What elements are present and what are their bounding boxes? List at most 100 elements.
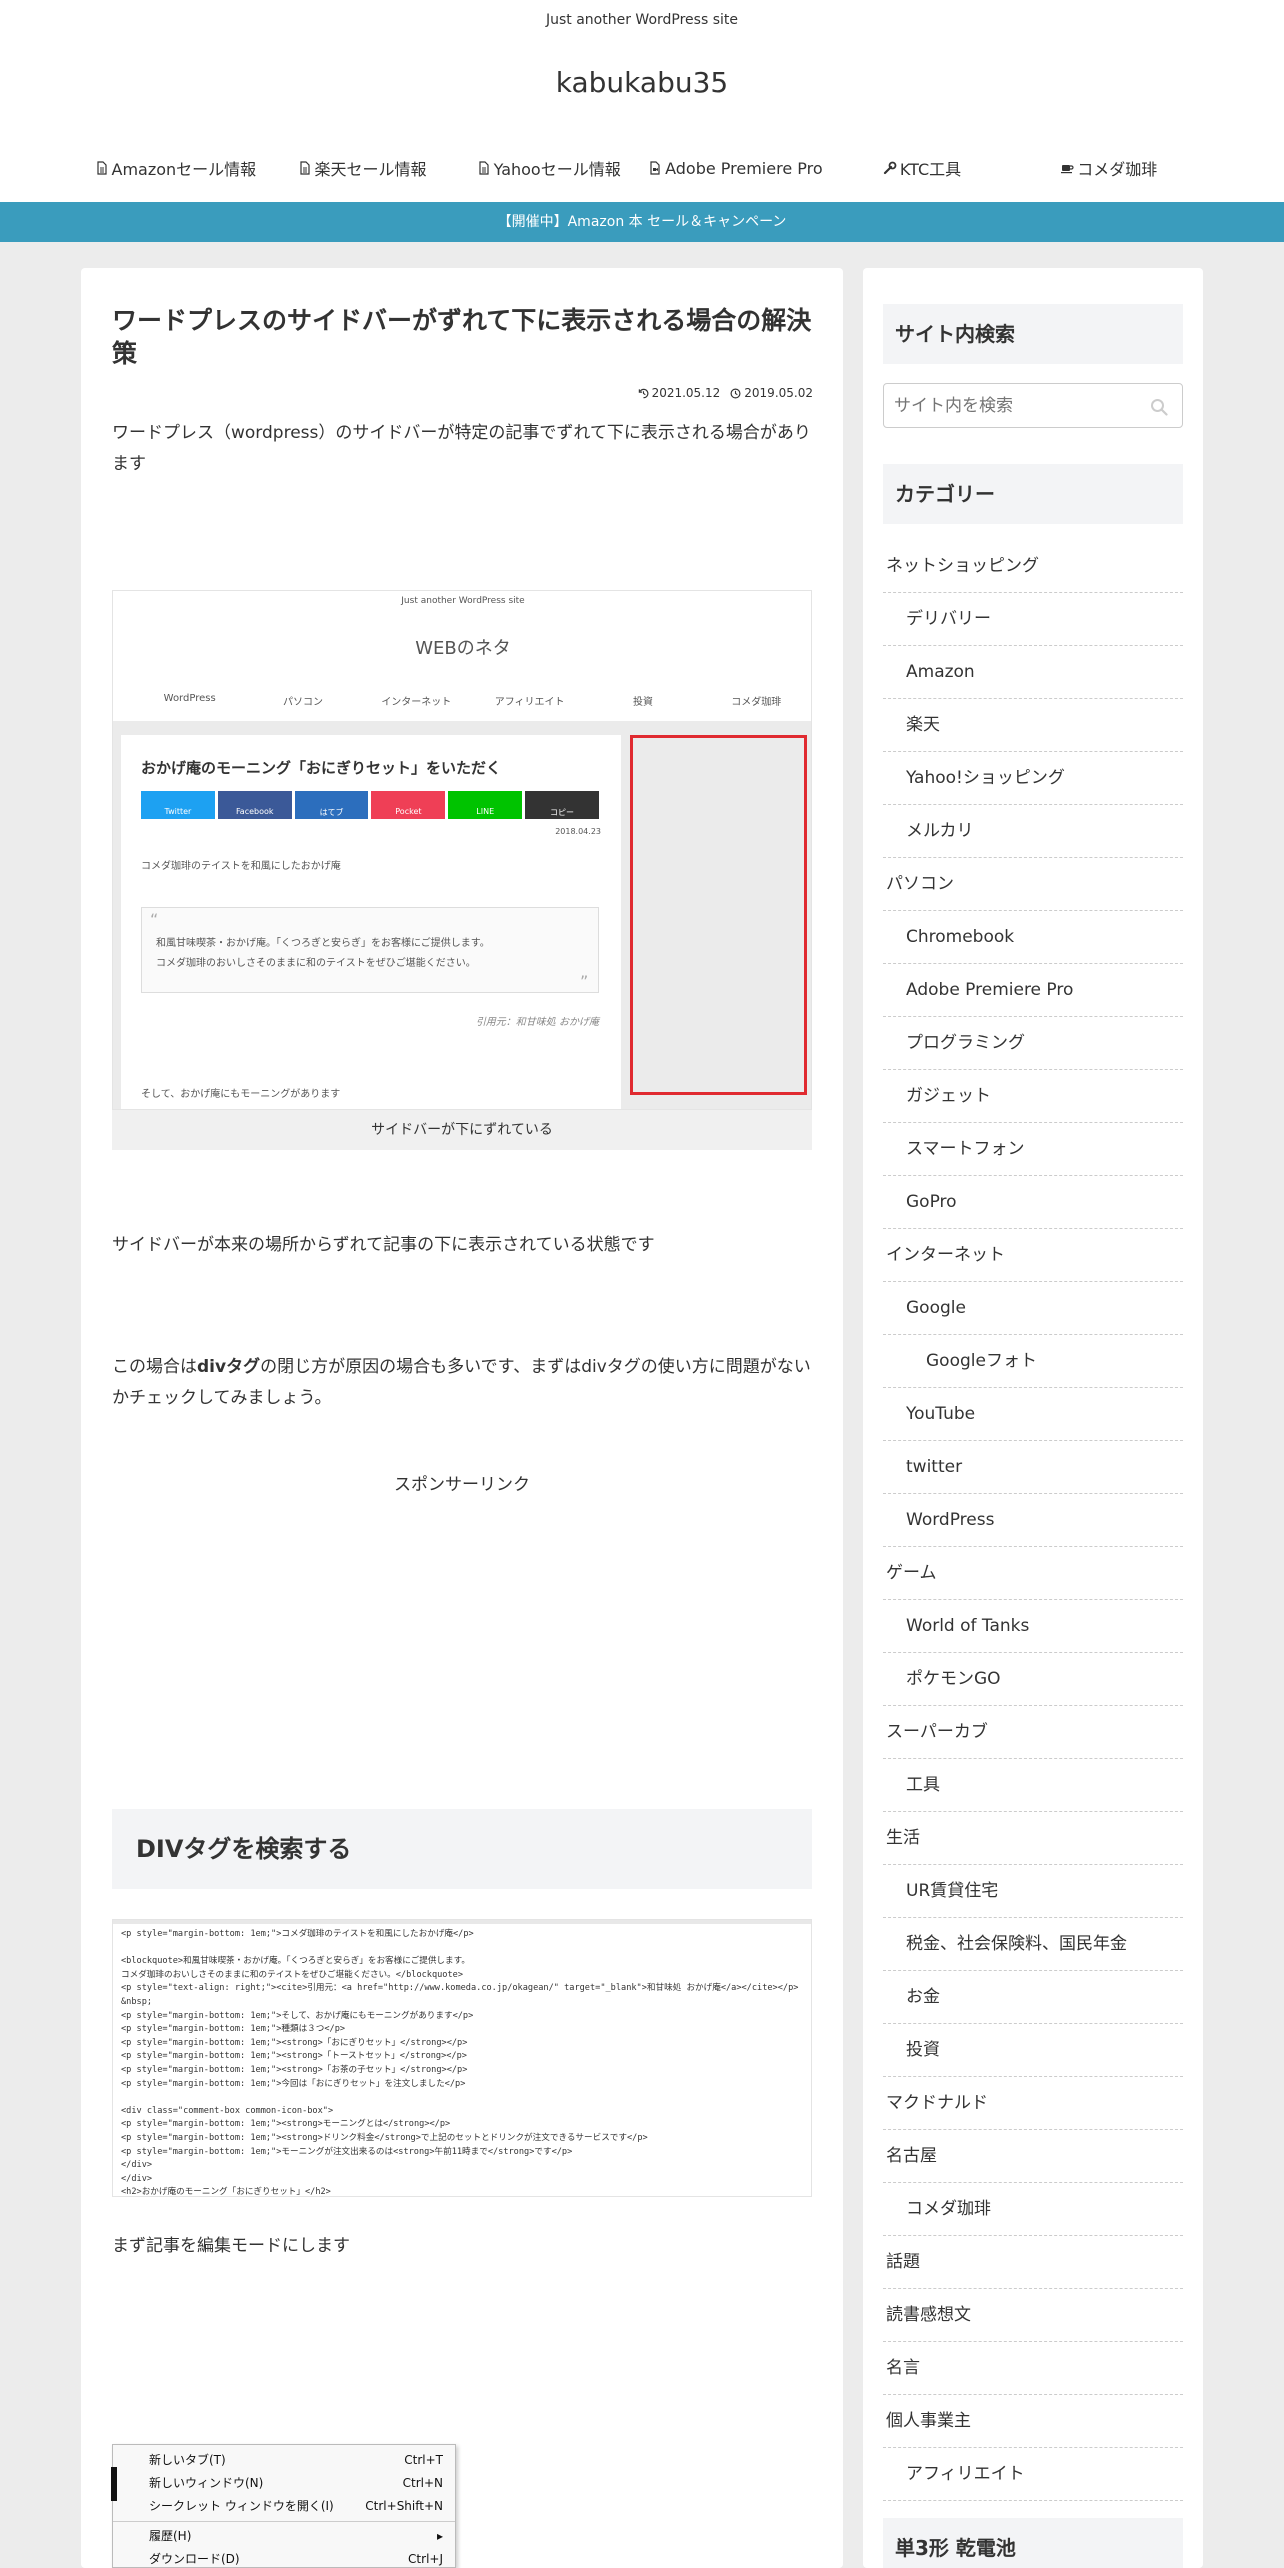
category-item[interactable]: スマートフォン [883, 1123, 1183, 1176]
shot-blockquote: “ 和風甘味喫茶・おかげ庵。「くつろぎと安らぎ」をお客様にご提供します。 コメダ… [141, 907, 599, 993]
category-item[interactable]: Google [883, 1282, 1183, 1335]
code-line: &nbsp; [121, 1996, 153, 2007]
sidebar: サイト内検索 カテゴリー ネットショッピングデリバリーAmazon楽天Yahoo… [863, 268, 1203, 2568]
sponsor-label: スポンサーリンク [394, 1475, 530, 1495]
code-line: <p style="margin-bottom: 1em;"><strong>モ… [121, 2119, 451, 2130]
file-icon [479, 161, 489, 175]
search-input[interactable] [883, 383, 1183, 428]
search-widget-title: サイト内検索 [883, 304, 1183, 364]
category-item[interactable]: マクドナルド [883, 2077, 1183, 2130]
category-item[interactable]: World of Tanks [883, 1600, 1183, 1653]
search-icon[interactable] [1150, 398, 1168, 416]
next-widget-title: 単3形 乾電池 [883, 2518, 1183, 2568]
nav-item-label: Amazonセール情報 [111, 160, 257, 179]
menu-item-shortcut: Ctrl+N [402, 2476, 443, 2490]
menu-item-label: 新しいウィンドウ(N) [149, 2476, 264, 2490]
category-item[interactable]: 工具 [883, 1759, 1183, 1812]
quote-open-icon: “ [150, 910, 159, 929]
screenshot-browser-menu: 新しいタブ(T) Ctrl+T 新しいウィンドウ(N) Ctrl+N シークレット … [111, 2444, 456, 2568]
code-lines: <p style="margin-bottom: 1em;">コメダ珈琲のテイス… [121, 1928, 803, 2196]
shot-quote-line2: コメダ珈琲のおいしさそのままに和のテイストをぜひご堪能ください。 [156, 958, 476, 969]
nav-item-komeda[interactable]: コメダ珈琲 [1015, 156, 1202, 180]
section-heading-div-search: DIVタグを検索する [112, 1809, 812, 1889]
menu-item-new-window: 新しいウィンドウ(N) Ctrl+N [113, 2472, 455, 2495]
category-item[interactable]: 話題 [883, 2236, 1183, 2289]
shot-site-title: WEBのネタ [415, 638, 511, 659]
category-item[interactable]: スーパーカブ [883, 1706, 1183, 1759]
category-item[interactable]: メルカリ [883, 805, 1183, 858]
category-item[interactable]: 名古屋 [883, 2130, 1183, 2183]
menu-item-shortcut: Ctrl+Shift+N [365, 2499, 443, 2513]
nav-item-amazon[interactable]: Amazonセール情報 [82, 156, 269, 180]
code-line: コメダ珈琲のおいしさそのままに和のテイストをぜひご堪能ください。</blockq… [121, 1969, 464, 1980]
history-icon [638, 388, 648, 398]
menu-divider [113, 2521, 455, 2522]
category-item[interactable]: 楽天 [883, 699, 1183, 752]
shot-nav-item: インターネット [381, 697, 452, 708]
category-item[interactable]: デリバリー [883, 593, 1183, 646]
nav-item-label: コメダ珈琲 [1077, 160, 1158, 179]
category-item[interactable]: Googleフォト [883, 1335, 1183, 1388]
p3-before: この場合は [112, 1357, 197, 1377]
figure-caption: サイドバーが下にずれている [112, 1110, 812, 1150]
shot-nav-item: パソコン [282, 697, 323, 708]
menu-item-label: シークレット ウィンドウを開く(I) [149, 2499, 334, 2513]
category-item[interactable]: パソコン [883, 858, 1183, 911]
category-item[interactable]: WordPress [883, 1494, 1183, 1547]
category-item[interactable]: ガジェット [883, 1070, 1183, 1123]
code-line: <p style="margin-bottom: 1em;">コメダ珈琲のテイス… [121, 1929, 474, 1939]
menu-item-shortcut: Ctrl+J [408, 2552, 443, 2566]
category-item[interactable]: コメダ珈琲 [883, 2183, 1183, 2236]
nav-item-ktc[interactable]: KTC工具 [829, 156, 1016, 180]
category-item[interactable]: インターネット [883, 1229, 1183, 1282]
global-nav: Amazonセール情報 楽天セール情報 Yahooセール情報 Adobe Pre… [82, 156, 1202, 180]
shot-cite: 引用元：和甘味処 おかげ庵 [475, 1017, 599, 1028]
screenshot-code-editor: <p style="margin-bottom: 1em;">コメダ珈琲のテイス… [112, 1919, 812, 2197]
published-date-text: 2019.05.02 [744, 386, 813, 400]
code-line: <div class="comment-box common-icon-box"… [121, 2105, 334, 2116]
code-line: <blockquote>和風甘味喫茶・おかげ庵。「くつろぎと安らぎ」をお客様にご… [121, 1956, 470, 1967]
category-item[interactable]: お金 [883, 1971, 1183, 2024]
shot-share-line: LINE [448, 791, 523, 819]
category-item[interactable]: Yahoo!ショッピング [883, 752, 1183, 805]
updated-date: 2021.05.12 [638, 386, 720, 400]
nav-item-rakuten[interactable]: 楽天セール情報 [269, 156, 456, 180]
menu-edge-mark [111, 2467, 117, 2501]
category-item[interactable]: 個人事業主 [883, 2395, 1183, 2448]
category-item[interactable]: Adobe Premiere Pro [883, 964, 1183, 1017]
category-item[interactable]: GoPro [883, 1176, 1183, 1229]
category-item[interactable]: Amazon [883, 646, 1183, 699]
shot-share-twitter: Twitter [141, 791, 215, 819]
main-article: ワードプレスのサイドバーがずれて下に表示される場合の解決策 2021.05.12… [81, 268, 843, 2568]
shot-article: おかげ庵のモーニング「おにぎりセット」をいただく Twitter Faceboo… [121, 735, 621, 1109]
notice-bar[interactable]: 【開催中】Amazon 本 セール＆キャンペーン [0, 202, 1284, 242]
category-item[interactable]: 名言 [883, 2342, 1183, 2395]
category-item[interactable]: UR賃貸住宅 [883, 1865, 1183, 1918]
category-item[interactable]: アフィリエイト [883, 2448, 1183, 2501]
site-title[interactable]: kabukabu35 [0, 66, 1284, 99]
article-title: ワードプレスのサイドバーがずれて下に表示される場合の解決策 [112, 306, 812, 368]
shot-nav-item: 投資 [632, 697, 653, 708]
shot-sidebar-highlight [630, 735, 807, 1095]
submenu-arrow-icon: ▸ [436, 2529, 443, 2543]
category-item[interactable]: 税金、社会保険料、国民年金 [883, 1918, 1183, 1971]
code-line: <p style="margin-bottom: 1em;"><strong>「… [121, 2064, 468, 2075]
category-item[interactable]: ネットショッピング [883, 540, 1183, 593]
shot-share-facebook: Facebook [217, 791, 292, 819]
category-item[interactable]: 読書感想文 [883, 2289, 1183, 2342]
category-item[interactable]: ゲーム [883, 1547, 1183, 1600]
code-line: <p style="margin-bottom: 1em;"><strong>ド… [121, 2132, 648, 2143]
category-item[interactable]: YouTube [883, 1388, 1183, 1441]
nav-item-premiere[interactable]: Adobe Premiere Pro [642, 156, 829, 180]
category-item[interactable]: プログラミング [883, 1017, 1183, 1070]
category-item[interactable]: 生活 [883, 1812, 1183, 1865]
category-item[interactable]: ポケモンGO [883, 1653, 1183, 1706]
category-item[interactable]: Chromebook [883, 911, 1183, 964]
nav-item-yahoo[interactable]: Yahooセール情報 [455, 156, 642, 180]
p3-bold: divタグ [197, 1357, 261, 1377]
category-item[interactable]: 投資 [883, 2024, 1183, 2077]
category-item[interactable]: twitter [883, 1441, 1183, 1494]
shot-lead: コメダ珈琲のテイストを和風にしたおかげ庵 [141, 861, 341, 872]
file-icon [299, 161, 310, 175]
